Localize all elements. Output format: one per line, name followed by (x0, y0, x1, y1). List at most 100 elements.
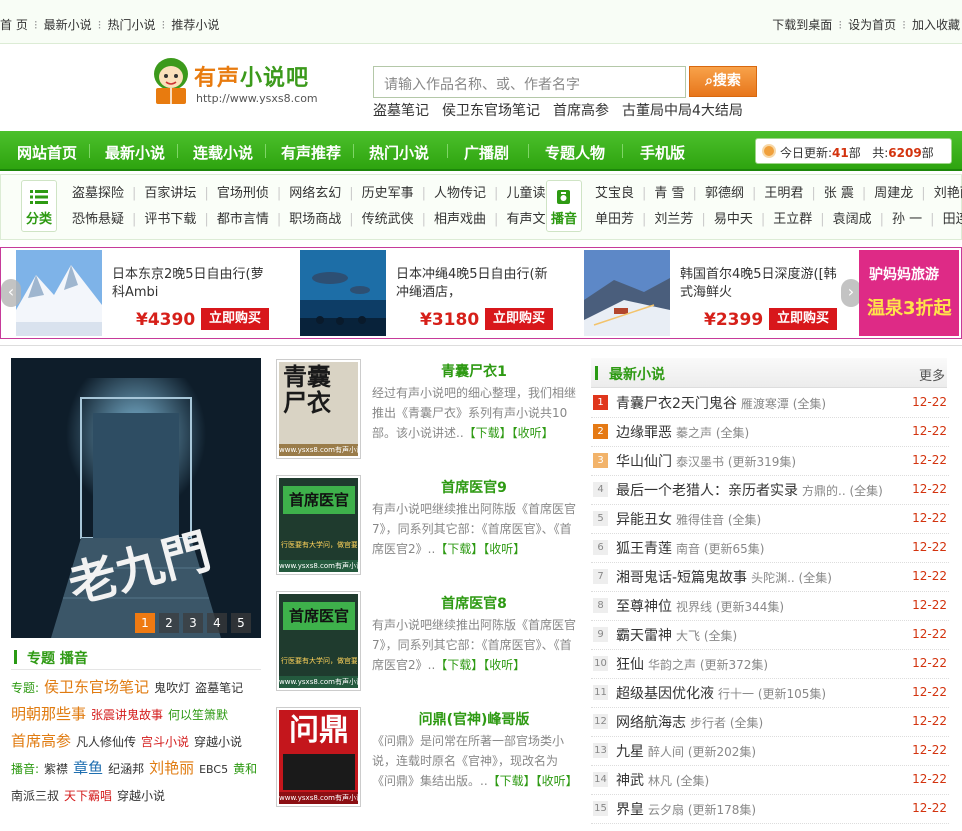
anchor-link[interactable]: 青 雪 (654, 181, 684, 207)
latest-item-title[interactable]: 霸天雷神 大飞 (全集) (616, 625, 737, 645)
tag-link[interactable]: 宫斗小说 (141, 735, 189, 749)
category-link[interactable]: 都市言情 (217, 207, 269, 233)
latest-item-title[interactable]: 青囊尸衣2天门鬼谷 雁渡寒潭 (全集) (616, 393, 826, 413)
novel-name[interactable]: 异能丑女 (616, 512, 672, 528)
category-link[interactable]: 官场刑侦 (217, 181, 269, 207)
latest-item-title[interactable]: 界皇 云夕扇 (更新178集) (616, 799, 756, 819)
set-homepage-link[interactable]: 设为首页 (848, 18, 896, 32)
top-link-recommend[interactable]: 推荐小说 (171, 18, 219, 32)
category-link[interactable]: 职场商战 (289, 207, 341, 233)
download-link[interactable]: 【下载】 (435, 658, 483, 672)
novel-name[interactable]: 超级基因优化液 (616, 686, 714, 702)
latest-item-title[interactable]: 湘哥鬼话-短篇鬼故事 头陀渊.. (全集) (616, 567, 832, 587)
promo-banner[interactable]: 驴妈妈旅游 温泉3折起 (859, 250, 959, 336)
novel-name[interactable]: 边缘罪恶 (616, 425, 672, 441)
category-link[interactable]: 网络玄幻 (289, 181, 341, 207)
novel-name[interactable]: 神武 (616, 773, 644, 789)
latest-item[interactable]: 14 神武 林凡 (全集) 12-22 (591, 766, 949, 795)
latest-item-title[interactable]: 狐王青莲 南音 (更新65集) (616, 538, 764, 558)
nav-serial[interactable]: 连载小说 (193, 142, 253, 163)
tag-link[interactable]: 侯卫东官场笔记 (44, 678, 149, 696)
tag-link[interactable]: 凡人修仙传 (76, 735, 136, 749)
category-link[interactable]: 传统武侠 (362, 207, 414, 233)
anchor-link[interactable]: 郭德纲 (705, 181, 744, 207)
tag-link[interactable]: EBC5 (199, 763, 228, 776)
latest-item-title[interactable]: 网络航海志 步行者 (全集) (616, 712, 763, 732)
slider-dot[interactable]: 4 (207, 613, 227, 633)
add-favorite-link[interactable]: 加入收藏 (912, 18, 960, 32)
slider-dot[interactable]: 5 (231, 613, 251, 633)
anchor-link[interactable]: 王立群 (773, 207, 812, 233)
tag-link[interactable]: 黄和 (233, 762, 257, 776)
book-cover[interactable]: 首席医官 行医要有大学问，做官要有大智慧 www.ysxs8.com有声小说 (276, 591, 361, 691)
latest-item-title[interactable]: 华山仙门 泰汉墨书 (更新319集) (616, 451, 796, 471)
latest-item[interactable]: 11 超级基因优化液 行十一 (更新105集) 12-22 (591, 679, 949, 708)
anchor-link[interactable]: 艾宝良 (595, 181, 634, 207)
novel-name[interactable]: 狐王青莲 (616, 541, 672, 557)
tag-link[interactable]: 鬼吹灯 (154, 681, 190, 695)
top-link-latest[interactable]: 最新小说 (44, 18, 92, 32)
top-link-home[interactable]: 首 页 (0, 18, 28, 32)
novel-name[interactable]: 湘哥鬼话-短篇鬼故事 (616, 570, 747, 586)
listen-link[interactable]: 【收听】 (512, 426, 554, 440)
book-title[interactable]: 首席医官8 (372, 593, 576, 613)
listen-link[interactable]: 【收听】 (536, 774, 578, 788)
slider-dot[interactable]: 1 (135, 613, 155, 633)
latest-item[interactable]: 8 至尊神位 视界线 (更新344集) 12-22 (591, 592, 949, 621)
featured-slider[interactable]: 老九門 (11, 358, 261, 638)
category-link[interactable]: 百家讲坛 (144, 181, 196, 207)
latest-item[interactable]: 13 九星 醉人间 (更新202集) 12-22 (591, 737, 949, 766)
category-link[interactable]: 人物传记 (434, 181, 486, 207)
latest-item[interactable]: 5 异能丑女 雅得佳音 (全集) 12-22 (591, 505, 949, 534)
latest-item[interactable]: 15 界皇 云夕扇 (更新178集) 12-22 (591, 795, 949, 824)
category-link[interactable]: 历史军事 (362, 181, 414, 207)
search-input[interactable]: 请输入作品名称、或、作者名字 (373, 66, 686, 98)
tag-link[interactable]: 南派三叔 (11, 789, 59, 803)
slider-dot[interactable]: 2 (159, 613, 179, 633)
latest-item-title[interactable]: 超级基因优化液 行十一 (更新105集) (616, 683, 826, 703)
nav-hot[interactable]: 热门小说 (369, 142, 429, 163)
category-link[interactable]: 评书下载 (144, 207, 196, 233)
buy-now-button[interactable]: 立即购买 (201, 308, 269, 330)
latest-item[interactable]: 9 霸天雷神 大飞 (全集) 12-22 (591, 621, 949, 650)
tag-link[interactable]: 何以笙箫默 (168, 708, 228, 722)
latest-item-title[interactable]: 九星 醉人间 (更新202集) (616, 741, 756, 761)
latest-item-title[interactable]: 最后一个老猎人：亲历者实录 方鼎的.. (全集) (616, 480, 883, 500)
tag-link[interactable]: 张震讲鬼故事 (91, 708, 163, 722)
novel-name[interactable]: 最后一个老猎人：亲历者实录 (616, 483, 798, 499)
top-link-hot[interactable]: 热门小说 (108, 18, 156, 32)
novel-name[interactable]: 青囊尸衣2天门鬼谷 (616, 396, 737, 412)
latest-item[interactable]: 3 华山仙门 泰汉墨书 (更新319集) 12-22 (591, 447, 949, 476)
anchor-link[interactable]: 孙 一 (892, 207, 922, 233)
novel-name[interactable]: 至尊神位 (616, 599, 672, 615)
tag-link[interactable]: 明朝那些事 (11, 705, 86, 723)
nav-mobile[interactable]: 手机版 (640, 142, 685, 163)
book-title[interactable]: 青囊尸衣1 (372, 361, 576, 381)
download-link[interactable]: 【下载】 (488, 774, 536, 788)
novel-name[interactable]: 狂仙 (616, 657, 644, 673)
hot-keyword[interactable]: 侯卫东官场笔记 (442, 103, 540, 119)
tag-link[interactable]: 穿越小说 (194, 735, 242, 749)
download-desktop-link[interactable]: 下载到桌面 (772, 18, 832, 32)
category-link[interactable]: 盗墓探险 (72, 181, 124, 207)
download-link[interactable]: 【下载】 (435, 542, 483, 556)
search-button[interactable]: ⌕搜索 (689, 66, 757, 97)
latest-item-title[interactable]: 至尊神位 视界线 (更新344集) (616, 596, 784, 616)
category-link[interactable]: 相声戏曲 (434, 207, 486, 233)
latest-item[interactable]: 4 最后一个老猎人：亲历者实录 方鼎的.. (全集) 12-22 (591, 476, 949, 505)
tag-link[interactable]: 穿越小说 (117, 789, 165, 803)
ad-prev-arrow[interactable]: ‹ (1, 279, 21, 307)
nav-recommend[interactable]: 有声推荐 (281, 142, 341, 163)
novel-name[interactable]: 网络航海志 (616, 715, 686, 731)
buy-now-button[interactable]: 立即购买 (485, 308, 553, 330)
category-link[interactable]: 恐怖悬疑 (72, 207, 124, 233)
tag-link[interactable]: 首席高参 (11, 732, 71, 750)
listen-link[interactable]: 【收听】 (483, 542, 525, 556)
anchor-link[interactable]: 单田芳 (595, 207, 634, 233)
novel-name[interactable]: 霸天雷神 (616, 628, 672, 644)
latest-item[interactable]: 10 狂仙 华韵之声 (更新372集) 12-22 (591, 650, 949, 679)
latest-item-title[interactable]: 狂仙 华韵之声 (更新372集) (616, 654, 768, 674)
buy-now-button[interactable]: 立即购买 (769, 308, 837, 330)
anchor-link[interactable]: 王明君 (764, 181, 803, 207)
latest-item[interactable]: 6 狐王青莲 南音 (更新65集) 12-22 (591, 534, 949, 563)
